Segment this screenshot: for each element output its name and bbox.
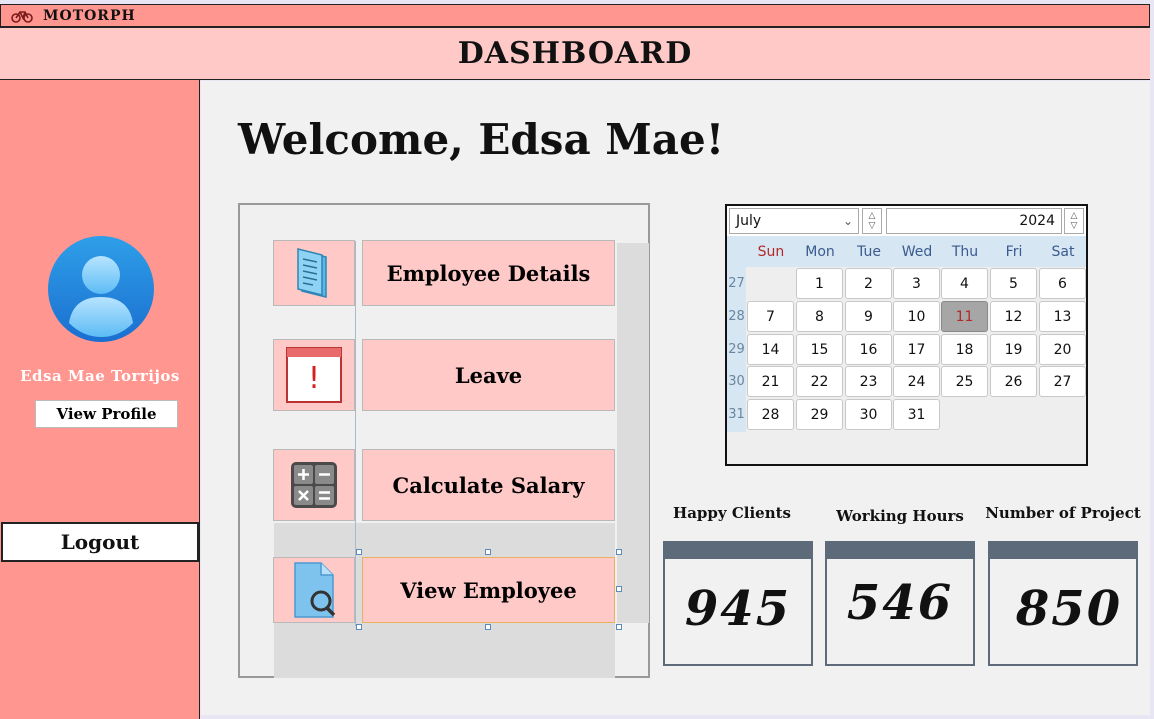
week-number: 29: [728, 342, 745, 357]
selection-handle: [485, 549, 491, 555]
weekday-label: Wed: [901, 244, 933, 260]
leave-button[interactable]: Leave: [362, 339, 615, 411]
selection-handle: [485, 624, 491, 630]
calendar-day[interactable]: 3: [893, 268, 940, 299]
calendar-day[interactable]: 7: [747, 301, 794, 332]
calendar-day[interactable]: 4: [941, 268, 988, 299]
page-title: DASHBOARD: [457, 36, 693, 71]
calendar-day[interactable]: 25: [941, 366, 988, 397]
calendar-day[interactable]: 13: [1039, 301, 1086, 332]
calendar-day[interactable]: 11: [941, 301, 988, 332]
stat-value-number-of-project: 850: [1015, 581, 1123, 637]
calendar-day[interactable]: 28: [747, 399, 794, 430]
stat-label-happy-clients: Happy Clients: [673, 504, 791, 522]
calendar-day[interactable]: 17: [893, 334, 940, 365]
sidebar: Edsa Mae Torrijos View Profile Logout: [0, 79, 200, 719]
calendar-day[interactable]: 14: [747, 334, 794, 365]
stat-card-working-hours: 546: [825, 541, 975, 666]
month-select[interactable]: July ⌄: [729, 208, 859, 234]
stat-card-bar: [827, 543, 973, 559]
calendar-day[interactable]: 29: [796, 399, 843, 430]
calendar-day[interactable]: 22: [796, 366, 843, 397]
selection-handle: [356, 549, 362, 555]
calendar-day[interactable]: 26: [990, 366, 1037, 397]
stat-card-happy-clients: 945: [663, 541, 813, 666]
week-number: 30: [728, 374, 745, 389]
panel-scroll-strip: [617, 243, 649, 623]
chevron-down-icon: ⌄: [842, 214, 853, 228]
svg-text:!: !: [308, 361, 320, 396]
year-field[interactable]: 2024: [886, 208, 1062, 234]
view-employee-button[interactable]: View Employee: [362, 557, 615, 623]
week-number-column: 27 28 29 30 31: [727, 267, 746, 432]
user-avatar-icon: [48, 236, 154, 342]
weekday-label: Mon: [805, 244, 835, 260]
bike-icon: [11, 10, 33, 23]
calendar-day[interactable]: 30: [845, 399, 892, 430]
stat-card-bar: [990, 543, 1136, 559]
calendar-day[interactable]: 31: [893, 399, 940, 430]
week-number: 28: [728, 309, 745, 324]
calendar-alert-icon: !: [273, 339, 355, 411]
calendar-day[interactable]: 6: [1039, 268, 1086, 299]
year-spinner[interactable]: △ ▽: [1064, 208, 1084, 234]
week-number: 27: [728, 276, 745, 291]
calendar-header: July ⌄ △ ▽ 2024 △ ▽: [727, 206, 1086, 236]
document-icon: [273, 240, 355, 306]
layout-guide: [355, 241, 356, 626]
month-value: July: [736, 213, 762, 229]
weekday-label: Tue: [857, 244, 881, 260]
header: DASHBOARD: [0, 28, 1150, 80]
calculate-salary-button[interactable]: Calculate Salary: [362, 449, 615, 521]
calendar-day[interactable]: 23: [845, 366, 892, 397]
calendar-day[interactable]: 27: [1039, 366, 1086, 397]
selection-handle: [616, 586, 622, 592]
calendar-day[interactable]: 19: [990, 334, 1037, 365]
file-search-icon: [273, 557, 355, 623]
calendar-day[interactable]: 16: [845, 334, 892, 365]
stat-card-bar: [665, 543, 811, 559]
calendar-day[interactable]: 20: [1039, 334, 1086, 365]
month-spinner[interactable]: △ ▽: [862, 208, 882, 234]
welcome-heading: Welcome, Edsa Mae!: [238, 115, 725, 164]
menu-panel: Employee Details ! Leave Calculate Salar…: [238, 203, 650, 678]
calendar-day[interactable]: 1: [796, 268, 843, 299]
weekday-label: Sat: [1051, 244, 1075, 260]
calendar-widget: July ⌄ △ ▽ 2024 △ ▽ Sun Mon Tue Wed Thu Fri Sat …: [725, 204, 1088, 466]
calendar-day[interactable]: 8: [796, 301, 843, 332]
employee-details-button[interactable]: Employee Details: [362, 240, 615, 306]
calendar-day[interactable]: 18: [941, 334, 988, 365]
selection-handle: [616, 624, 622, 630]
title-bar: MOTORPH: [0, 4, 1150, 28]
stat-value-working-hours: 546: [846, 575, 954, 631]
calendar-day[interactable]: 24: [893, 366, 940, 397]
week-number: 31: [728, 407, 745, 422]
stat-label-working-hours: Working Hours: [836, 507, 964, 525]
weekday-header: Sun Mon Tue Wed Thu Fri Sat: [727, 236, 1086, 267]
stat-card-number-of-project: 850: [988, 541, 1138, 666]
app-title: MOTORPH: [43, 7, 136, 24]
calendar-day[interactable]: 9: [845, 301, 892, 332]
weekday-label: Thu: [951, 244, 979, 260]
weekday-label: Fri: [1005, 244, 1023, 260]
calculator-icon: [273, 449, 355, 521]
stat-label-number-of-project: Number of Project: [985, 504, 1141, 522]
user-name: Edsa Mae Torrijos: [20, 367, 180, 385]
selection-handle: [616, 549, 622, 555]
calendar-day[interactable]: 21: [747, 366, 794, 397]
logout-button[interactable]: Logout: [1, 522, 199, 562]
calendar-day[interactable]: 10: [893, 301, 940, 332]
view-profile-button[interactable]: View Profile: [35, 400, 178, 428]
weekday-label: Sun: [757, 244, 785, 260]
calendar-day[interactable]: 2: [845, 268, 892, 299]
calendar-day[interactable]: 12: [990, 301, 1037, 332]
calendar-day[interactable]: 15: [796, 334, 843, 365]
selection-handle: [356, 624, 362, 630]
stat-value-happy-clients: 945: [684, 581, 792, 637]
calendar-day[interactable]: 5: [990, 268, 1037, 299]
